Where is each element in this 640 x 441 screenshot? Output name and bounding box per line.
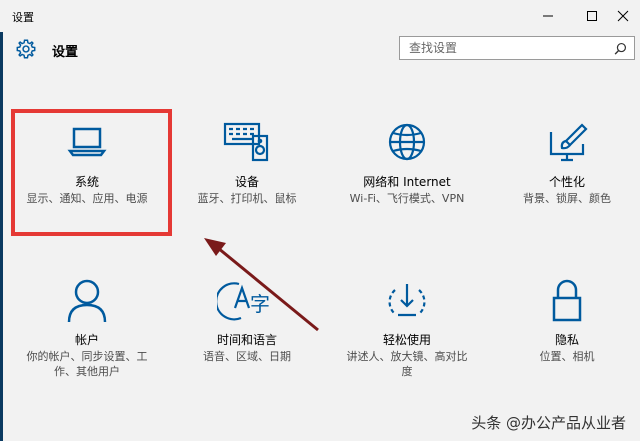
window-title: 设置	[12, 11, 34, 24]
ease-of-access-icon	[388, 284, 426, 317]
tile-ease-of-access[interactable]: 轻松使用 讲述人、放大镜、高对比度	[332, 278, 482, 379]
tile-network[interactable]: 网络和 Internet Wi-Fi、飞行模式、VPN	[332, 120, 482, 206]
search-icon[interactable]	[614, 42, 627, 55]
maximize-icon	[587, 11, 597, 21]
gear-icon	[16, 39, 36, 59]
page-title: 设置	[52, 45, 79, 60]
tile-personalization[interactable]: 个性化 背景、锁屏、颜色	[492, 120, 640, 206]
tile-privacy-label: 隐私	[554, 333, 579, 347]
tile-personalization-desc: 背景、锁屏、颜色	[523, 192, 611, 205]
tile-time-language[interactable]: 字 时间和语言 语音、区域、日期	[172, 278, 322, 364]
search-input[interactable]	[400, 37, 609, 59]
lock-icon	[552, 279, 582, 322]
tile-privacy-desc: 位置、相机	[539, 350, 595, 363]
close-icon	[617, 10, 629, 22]
tile-devices[interactable]: 设备 蓝牙、打印机、鼠标	[172, 120, 322, 206]
highlight-box	[11, 109, 172, 236]
close-button[interactable]	[606, 4, 640, 28]
window-left-edge	[0, 32, 3, 441]
minimize-icon	[543, 15, 553, 17]
globe-icon	[388, 123, 426, 161]
tile-ease-of-access-desc: 讲述人、放大镜、高对比度	[346, 350, 468, 378]
minimize-button[interactable]	[528, 4, 568, 28]
tile-privacy[interactable]: 隐私 位置、相机	[492, 278, 640, 364]
watermark: 头条 @办公产品从业者	[471, 414, 626, 432]
tile-time-language-desc: 语音、区域、日期	[203, 350, 291, 363]
tile-devices-label: 设备	[234, 175, 259, 189]
search-box[interactable]	[399, 36, 635, 60]
tile-personalization-label: 个性化	[548, 175, 585, 189]
tile-accounts[interactable]: 帐户 你的帐户、同步设置、工作、其他用户	[12, 278, 162, 379]
tile-accounts-label: 帐户	[74, 333, 99, 347]
time-language-icon: 字	[217, 282, 270, 321]
tile-time-language-label: 时间和语言	[216, 333, 277, 347]
person-icon	[67, 279, 107, 323]
svg-text:字: 字	[250, 292, 270, 316]
paint-icon	[549, 123, 588, 162]
tile-ease-of-access-label: 轻松使用	[382, 333, 431, 347]
title-bar: 设置	[0, 0, 640, 32]
tile-accounts-desc: 你的帐户、同步设置、工作、其他用户	[26, 350, 148, 378]
tile-network-desc: Wi-Fi、飞行模式、VPN	[349, 192, 465, 205]
tile-network-label: 网络和 Internet	[363, 175, 451, 189]
tile-devices-desc: 蓝牙、打印机、鼠标	[197, 192, 297, 205]
devices-icon	[223, 122, 269, 162]
